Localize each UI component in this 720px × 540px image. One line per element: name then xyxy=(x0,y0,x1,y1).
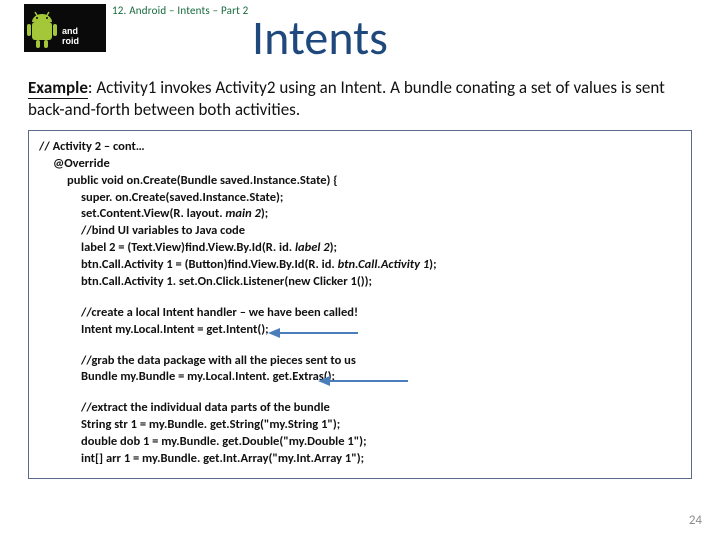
code-line: @Override xyxy=(39,156,681,173)
example-label: Example xyxy=(28,77,88,99)
code-line: int[] arr 1 = my.Bundle. get.Int.Array("… xyxy=(39,451,681,468)
code-box: // Activity 2 – cont… @Override public v… xyxy=(28,130,692,479)
page-number: 24 xyxy=(689,513,702,528)
code-line: super. on.Create(saved.Instance.State); xyxy=(39,190,681,207)
code-line: Intent my.Local.Intent = get.Intent(); xyxy=(39,322,681,339)
code-line: //create a local Intent handler – we hav… xyxy=(39,305,681,322)
header-row: and roid 12. Android – Intents – Part 2 … xyxy=(24,0,696,63)
arrow-left-icon xyxy=(268,327,358,337)
breadcrumb: 12. Android – Intents – Part 2 xyxy=(112,4,248,17)
code-line: //grab the data package with all the pie… xyxy=(39,353,681,370)
code-line: btn.Call.Activity 1 = (Button)find.View.… xyxy=(39,257,681,274)
code-line: String str 1 = my.Bundle. get.String("my… xyxy=(39,417,681,434)
code-line: // Activity 2 – cont… xyxy=(39,139,145,154)
code-line: label 2 = (Text.View)find.View.By.Id(R. … xyxy=(39,240,681,257)
code-line: set.Content.View(R. layout. main 2); xyxy=(39,206,681,223)
code-line: //extract the individual data parts of t… xyxy=(39,400,681,417)
code-line: double dob 1 = my.Bundle. get.Double("my… xyxy=(39,434,681,451)
svg-text:and: and xyxy=(62,26,78,36)
header-texts: 12. Android – Intents – Part 2 Intents xyxy=(112,4,388,63)
code-line: btn.Call.Activity 1. set.On.Click.Listen… xyxy=(39,274,681,291)
slide: and roid 12. Android – Intents – Part 2 … xyxy=(0,0,720,540)
arrow-left-icon xyxy=(318,375,408,385)
slide-title: Intents xyxy=(252,13,388,63)
svg-text:roid: roid xyxy=(62,36,79,46)
example-paragraph: Example: Activity1 invokes Activity2 usi… xyxy=(28,77,692,120)
code-line: public void on.Create(Bundle saved.Insta… xyxy=(39,173,681,190)
android-logo: and roid xyxy=(24,4,106,52)
code-line: //bind UI variables to Java code xyxy=(39,223,681,240)
example-text: : Activity1 invokes Activity2 using an I… xyxy=(28,77,665,119)
